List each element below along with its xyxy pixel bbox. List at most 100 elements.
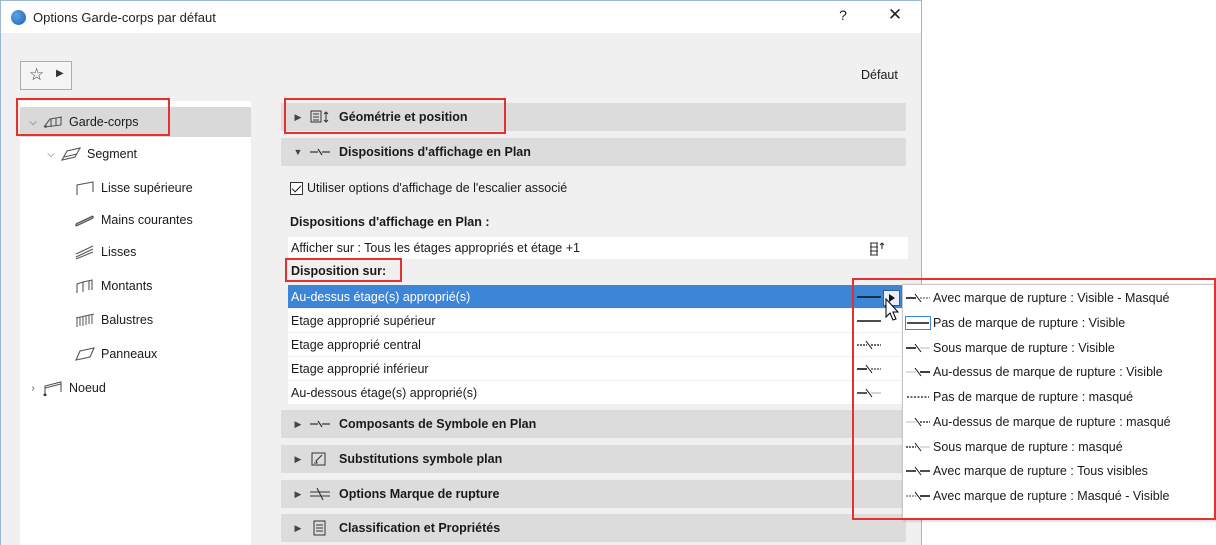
menu-item[interactable]: Pas de marque de rupture : Visible bbox=[903, 311, 1215, 336]
section-break-mark[interactable]: ▶ Options Marque de rupture bbox=[281, 480, 906, 508]
mouse-cursor-icon bbox=[885, 298, 900, 321]
use-stair-options-checkbox[interactable] bbox=[290, 181, 303, 195]
under-break-icon bbox=[857, 364, 881, 374]
caret-right-icon: ▶ bbox=[294, 522, 302, 533]
list-item[interactable]: Au-dessous étage(s) approprié(s) bbox=[288, 381, 908, 405]
window-title: Options Garde-corps par défaut bbox=[33, 10, 216, 25]
menu-item-label: Avec marque de rupture : Tous visibles bbox=[933, 464, 1148, 479]
railing-icon bbox=[43, 116, 63, 128]
above-break-visible-icon bbox=[906, 367, 930, 377]
tree-item-label: Montants bbox=[101, 279, 153, 293]
list-item-label: Au-dessus étage(s) approprié(s) bbox=[291, 289, 471, 304]
show-on-field[interactable]: Afficher sur : Tous les étages approprié… bbox=[288, 237, 908, 259]
dialog-window: Options Garde-corps par défaut ? ✕ ☆ ▶ D… bbox=[0, 0, 922, 545]
document-icon bbox=[313, 520, 326, 536]
section-symbol-components[interactable]: ▶ Composants de Symbole en Plan bbox=[281, 410, 906, 438]
tree-item-label: Mains courantes bbox=[101, 213, 193, 227]
floor-stack-icon[interactable] bbox=[868, 240, 886, 256]
chevron-right-icon[interactable]: › bbox=[26, 383, 40, 394]
section-label: Dispositions d'affichage en Plan bbox=[339, 145, 531, 159]
favorites-button[interactable]: ☆ ▶ bbox=[20, 61, 72, 90]
under-break-hidden-icon bbox=[906, 442, 930, 452]
caret-right-icon: ▶ bbox=[294, 453, 302, 464]
close-button[interactable]: ✕ bbox=[881, 5, 909, 29]
list-item-label: Etage approprié inférieur bbox=[291, 361, 429, 376]
disposition-list: Au-dessus étage(s) approprié(s) Etage ap… bbox=[288, 285, 908, 405]
section-symbol-overrides[interactable]: ▶ Substitutions symbole plan bbox=[281, 445, 906, 473]
baluster-icon bbox=[75, 313, 95, 327]
solid-line-icon bbox=[905, 316, 931, 331]
above-break-hidden-icon bbox=[906, 417, 930, 427]
title-bar: Options Garde-corps par défaut ? ✕ bbox=[1, 1, 921, 33]
section-geometry[interactable]: ▶ Géométrie et position bbox=[281, 103, 906, 131]
tree-item-label: Segment bbox=[87, 147, 138, 161]
menu-item-label: Avec marque de rupture : Masqué - Visibl… bbox=[933, 489, 1170, 504]
break-mark-visible-hidden-icon bbox=[906, 293, 930, 303]
menu-item-label: Pas de marque de rupture : masqué bbox=[933, 390, 1134, 405]
default-label: Défaut bbox=[861, 68, 898, 82]
show-on-text: Afficher sur : Tous les étages approprié… bbox=[291, 241, 580, 255]
menu-item[interactable]: Pas de marque de rupture : masqué bbox=[903, 385, 1215, 410]
override-icon bbox=[311, 452, 326, 466]
tree-item-noeud[interactable]: › Noeud bbox=[20, 373, 251, 403]
menu-item-label: Pas de marque de rupture : Visible bbox=[933, 316, 1126, 331]
break-hidden-visible-icon bbox=[906, 491, 930, 501]
plan-display-heading: Dispositions d'affichage en Plan : bbox=[290, 215, 490, 229]
caret-right-icon: ▶ bbox=[294, 488, 302, 499]
tree-item-montants[interactable]: Montants bbox=[20, 271, 251, 301]
menu-item[interactable]: Avec marque de rupture : Tous visibles bbox=[903, 459, 1215, 484]
section-label: Géométrie et position bbox=[339, 110, 468, 124]
section-label: Options Marque de rupture bbox=[339, 487, 500, 501]
tree-item-label: Lisse supérieure bbox=[101, 181, 193, 195]
chevron-down-icon[interactable]: ⌵ bbox=[44, 149, 58, 160]
caret-right-icon: ▶ bbox=[294, 418, 302, 429]
tree-item-mains-courantes[interactable]: Mains courantes bbox=[20, 205, 251, 235]
break-line-icon bbox=[310, 420, 330, 428]
tree-item-lisse-superieure[interactable]: Lisse supérieure bbox=[20, 173, 251, 203]
menu-item-label: Avec marque de rupture : Visible - Masqu… bbox=[933, 291, 1170, 306]
section-label: Classification et Propriétés bbox=[339, 521, 501, 535]
menu-item[interactable]: Sous marque de rupture : Visible bbox=[903, 336, 1215, 361]
post-icon bbox=[76, 279, 93, 293]
section-classification[interactable]: ▶ Classification et Propriétés bbox=[281, 514, 906, 542]
chevron-down-icon[interactable]: ⌵ bbox=[26, 117, 40, 128]
menu-item[interactable]: Sous marque de rupture : masqué bbox=[903, 435, 1215, 460]
menu-item[interactable]: Au-dessus de marque de rupture : Visible bbox=[903, 360, 1215, 385]
break-mark-popup-menu: Avec marque de rupture : Visible - Masqu… bbox=[902, 284, 1216, 520]
section-label: Composants de Symbole en Plan bbox=[339, 417, 537, 431]
under-break-visible-icon bbox=[906, 343, 930, 353]
break-line-icon bbox=[857, 340, 881, 350]
tree-item-panneaux[interactable]: Panneaux bbox=[20, 339, 251, 369]
under-break-icon bbox=[857, 388, 881, 398]
help-button[interactable]: ? bbox=[831, 7, 855, 29]
tree-item-lisses[interactable]: Lisses bbox=[20, 237, 251, 267]
list-item[interactable]: Au-dessus étage(s) approprié(s) bbox=[288, 285, 908, 309]
caret-right-icon: ▶ bbox=[294, 111, 302, 122]
archicad-app-icon bbox=[11, 10, 26, 25]
top-rail-icon bbox=[76, 181, 94, 195]
menu-item-label: Au-dessus de marque de rupture : masqué bbox=[933, 415, 1171, 430]
node-icon bbox=[43, 381, 62, 396]
menu-item[interactable]: Avec marque de rupture : Masqué - Visibl… bbox=[903, 484, 1215, 509]
list-item-label: Etage approprié central bbox=[291, 337, 421, 352]
star-icon: ☆ bbox=[29, 65, 45, 84]
handrail-icon bbox=[75, 215, 94, 227]
list-item[interactable]: Etage approprié supérieur bbox=[288, 309, 908, 333]
list-item[interactable]: Etage approprié inférieur bbox=[288, 357, 908, 381]
tree-item-label: Garde-corps bbox=[69, 115, 139, 129]
use-stair-options-row[interactable]: Utiliser options d'affichage de l'escali… bbox=[290, 181, 567, 195]
settings-panel: ▶ Géométrie et position ▼ Dispositions d… bbox=[270, 101, 921, 545]
menu-item-label: Au-dessus de marque de rupture : Visible bbox=[933, 365, 1163, 380]
break-mark-icon bbox=[310, 487, 330, 501]
geometry-icon bbox=[310, 110, 329, 123]
section-plan-display[interactable]: ▼ Dispositions d'affichage en Plan bbox=[281, 138, 906, 166]
tree-item-balustres[interactable]: Balustres bbox=[20, 305, 251, 335]
break-line-icon bbox=[310, 148, 330, 156]
list-item[interactable]: Etage approprié central bbox=[288, 333, 908, 357]
menu-item[interactable]: Avec marque de rupture : Visible - Masqu… bbox=[903, 286, 1215, 311]
tree-item-segment[interactable]: ⌵ Segment bbox=[20, 139, 251, 169]
menu-item-label: Sous marque de rupture : Visible bbox=[933, 341, 1115, 356]
tree-item-garde-corps[interactable]: ⌵ Garde-corps bbox=[20, 107, 251, 137]
menu-item[interactable]: Au-dessus de marque de rupture : masqué bbox=[903, 410, 1215, 435]
tree-item-label: Panneaux bbox=[101, 347, 158, 361]
